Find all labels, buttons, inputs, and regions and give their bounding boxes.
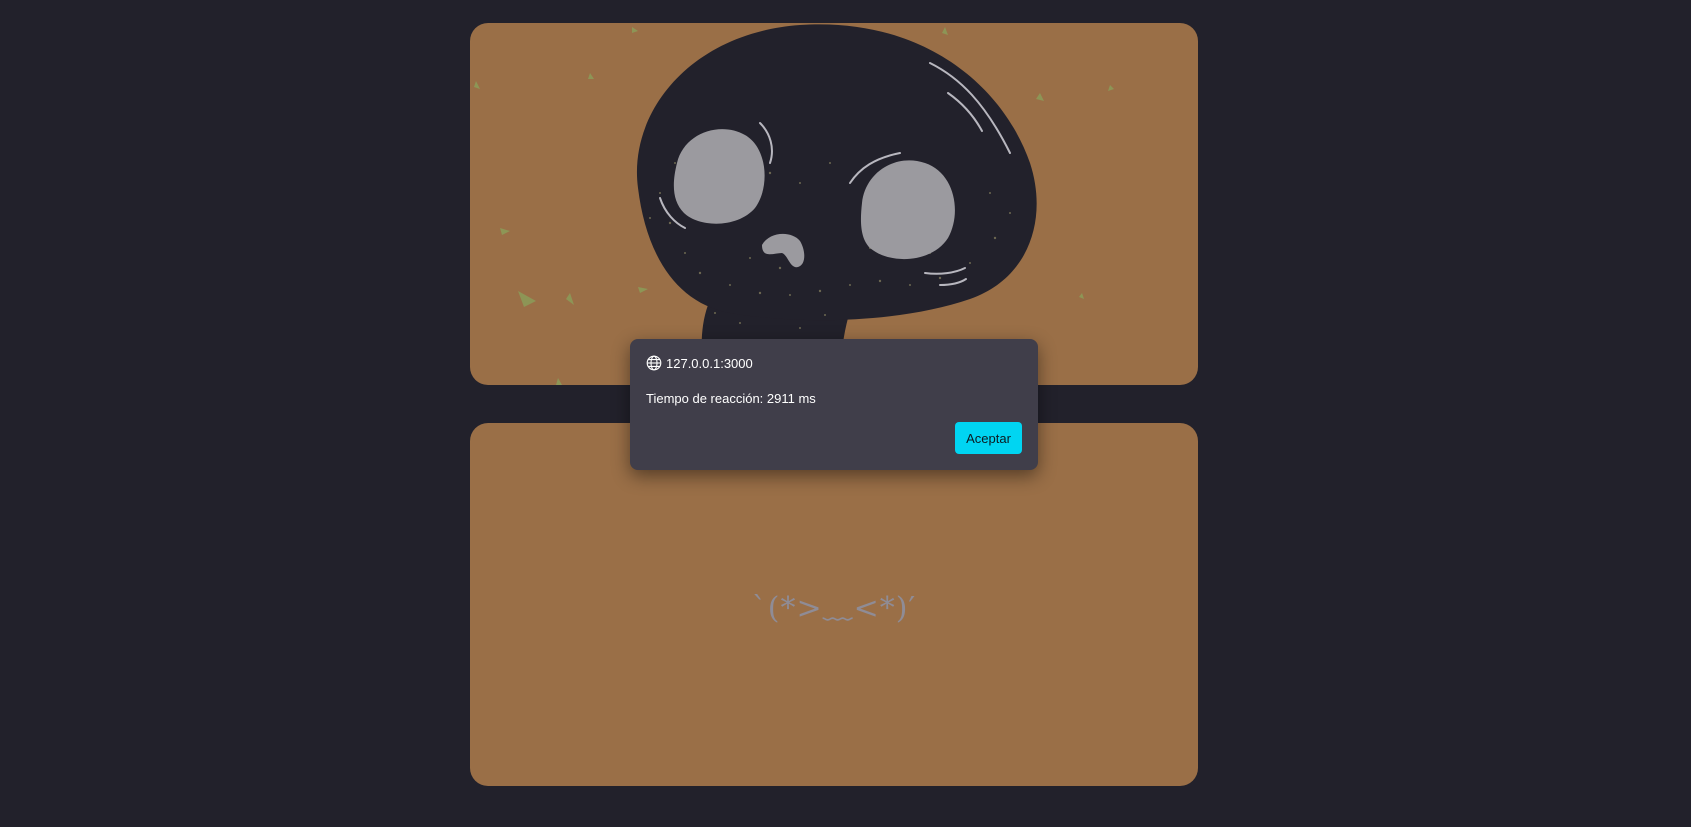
- reaction-image-card[interactable]: [470, 23, 1198, 385]
- globe-icon: [646, 355, 662, 371]
- dialog-origin-text: 127.0.0.1:3000: [666, 355, 753, 371]
- page: `(*>﹏<*)′ 127.0.0.1:3000 Tiempo de reacc…: [0, 0, 1691, 827]
- accept-button[interactable]: Aceptar: [955, 422, 1022, 454]
- reaction-target-card[interactable]: `(*>﹏<*)′: [470, 423, 1198, 786]
- skull-illustration: [474, 24, 1114, 385]
- dialog-message: Tiempo de reacción: 2911 ms: [646, 391, 816, 406]
- kaomoji-face: `(*>﹏<*)′: [751, 591, 917, 626]
- dialog-origin: 127.0.0.1:3000: [646, 355, 753, 371]
- alert-dialog: 127.0.0.1:3000 Tiempo de reacción: 2911 …: [630, 339, 1038, 470]
